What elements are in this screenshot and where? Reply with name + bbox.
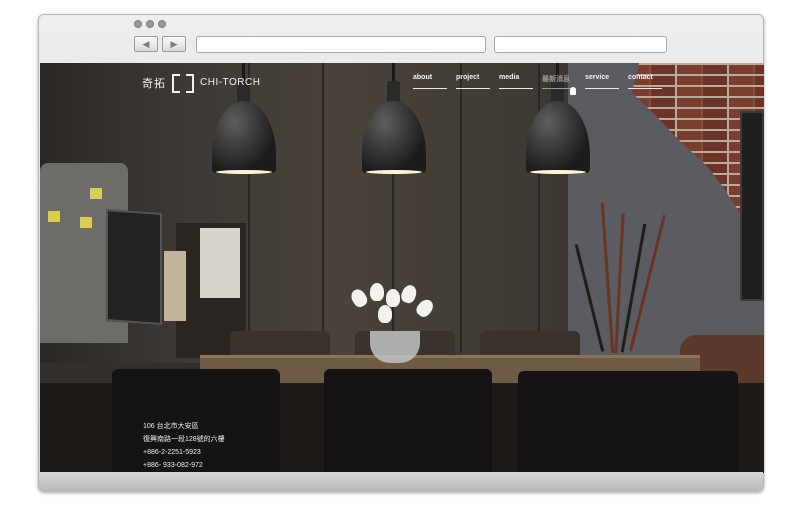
address-bar[interactable]: [196, 36, 486, 53]
contact-address: 106 台北市大安區 復興南路一段128號的六樓 +886-2-2251-592…: [143, 420, 225, 472]
main-nav: about project media 最新消息 service contact: [413, 74, 662, 89]
back-arrow-icon: ◀: [142, 39, 150, 49]
logo-english-text: CHI-TORCH: [200, 77, 261, 88]
search-bar[interactable]: [494, 36, 667, 53]
logo-bracket-icon: [172, 74, 194, 93]
back-button[interactable]: ◀: [134, 36, 158, 52]
window-controls: [134, 20, 166, 28]
browser-status-bar: [39, 472, 763, 491]
nav-about[interactable]: about: [413, 74, 447, 89]
nav-media[interactable]: media: [499, 74, 533, 89]
address-line: 復興南路一段128號的六樓: [143, 436, 225, 443]
site-logo[interactable]: 奇拓 CHI-TORCH: [142, 74, 261, 93]
nav-service[interactable]: service: [585, 74, 619, 89]
forward-button[interactable]: ▶: [162, 36, 186, 52]
nav-project[interactable]: project: [456, 74, 490, 89]
forward-arrow-icon: ▶: [170, 39, 178, 49]
page-viewport: 奇拓 CHI-TORCH about project media 最新消息 se…: [40, 63, 764, 473]
mouse-pointer-icon: [570, 87, 576, 95]
phone-line[interactable]: +886-2-2251-5923: [143, 446, 225, 459]
window-zoom-dot[interactable]: [158, 20, 166, 28]
nav-contact[interactable]: contact: [628, 74, 662, 89]
window-close-dot[interactable]: [134, 20, 142, 28]
phone-line[interactable]: +886- 933-082-972: [143, 459, 225, 472]
logo-chinese-text: 奇拓: [142, 77, 166, 90]
window-minimize-dot[interactable]: [146, 20, 154, 28]
address-line: 106 台北市大安區: [143, 423, 199, 430]
